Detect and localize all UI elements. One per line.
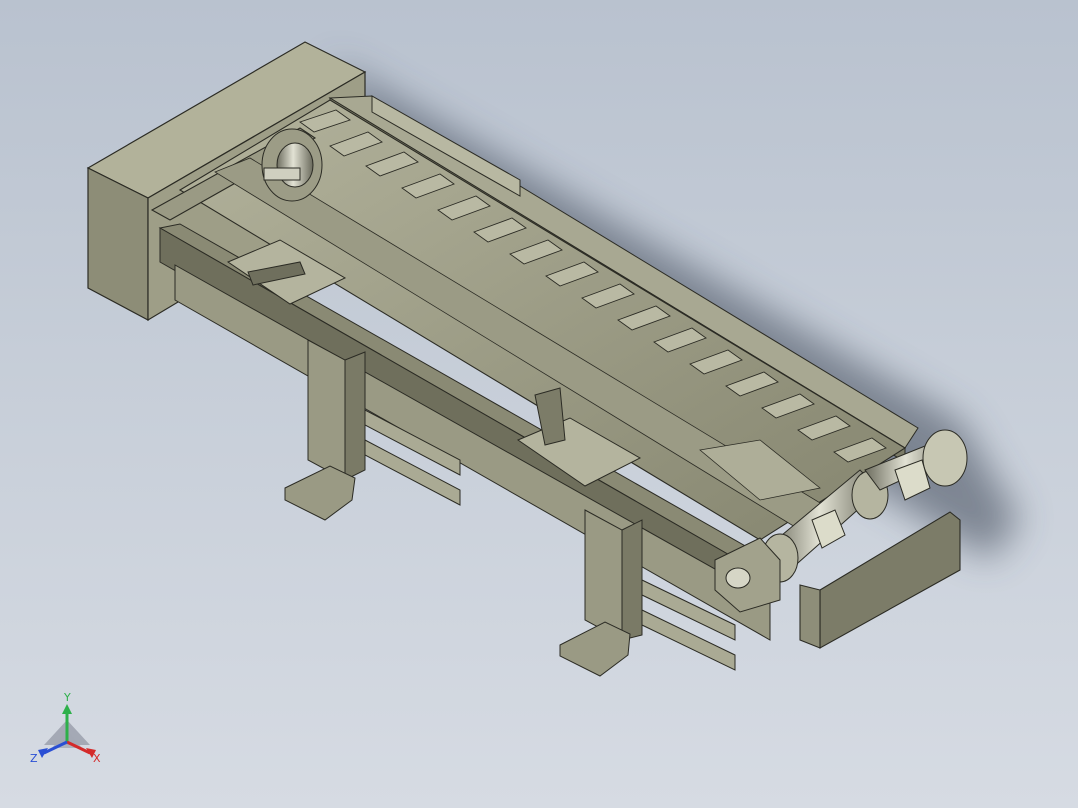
drive-pulley[interactable] (261, 128, 323, 202)
conveyor-assembly-model[interactable] (0, 0, 1078, 808)
coordinate-triad: Y X Z (30, 691, 101, 765)
x-axis-label: X (93, 752, 101, 765)
y-axis-label: Y (63, 691, 71, 704)
3d-viewport[interactable]: Y X Z (0, 0, 1078, 808)
z-axis-label: Z (30, 752, 38, 765)
y-axis-arrow (62, 704, 72, 714)
